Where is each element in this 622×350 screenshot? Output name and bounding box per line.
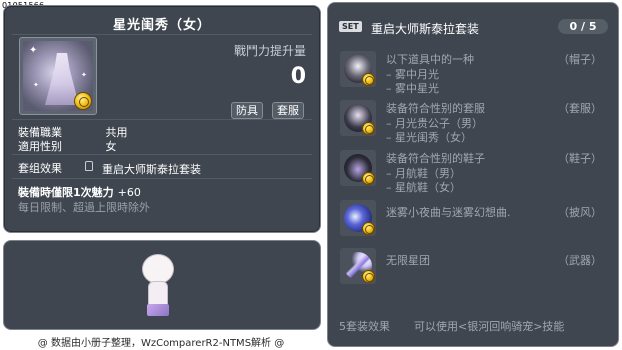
sparkle-icon: ✦ bbox=[33, 81, 39, 89]
set-item-option: – 雾中星光 bbox=[386, 82, 439, 95]
power-value: 0 bbox=[290, 64, 306, 89]
power-label: 戰鬥力提升量 bbox=[233, 44, 306, 58]
item-image-frame: ✦ ✦ ✦ bbox=[19, 37, 97, 115]
set-panel: SET 重启大师斯泰拉套装 0 / 5 以下道具中的一种 （帽子） – 雾中月光… bbox=[327, 2, 619, 347]
set-item-shoes: 装备符合性别的鞋子 （鞋子） – 月航鞋（男） – 星航鞋（女） bbox=[340, 150, 610, 196]
set-item-hat: 以下道具中的一种 （帽子） – 雾中月光 – 雾中星光 bbox=[340, 51, 610, 97]
set-item-category: （披风） bbox=[558, 206, 602, 219]
wand-icon bbox=[340, 248, 376, 284]
set-footer-text: 可以使用<银河回响骑宠>技能 bbox=[414, 320, 565, 333]
set-item-title: 以下道具中的一种 bbox=[386, 53, 474, 66]
limit-label: 裝備時僅限1次魅力 bbox=[18, 186, 114, 199]
tag-armor: 防具 bbox=[231, 102, 263, 119]
shoes-icon bbox=[340, 150, 376, 186]
set-item-title: 无限星团 bbox=[386, 254, 430, 267]
item-tooltip: 星光闺秀（女） ✦ ✦ ✦ 戰鬥力提升量 0 防具 套服 裝備職業 共用 適用性… bbox=[3, 5, 321, 233]
set-item-title: 装备符合性别的鞋子 bbox=[386, 152, 485, 165]
coin-icon bbox=[362, 122, 375, 135]
set-item-category: （武器） bbox=[558, 254, 602, 267]
set-item-outfit: 装备符合性别的套服 （套服） – 月光贵公子（男） – 星光闺秀（女） bbox=[340, 100, 610, 146]
item-name: 星光闺秀（女） bbox=[112, 18, 211, 33]
set-item-category: （鞋子） bbox=[558, 152, 602, 165]
limit-note: 每日限制、超過上限時除外 bbox=[18, 201, 150, 214]
set-item-category: （套服） bbox=[558, 102, 602, 115]
set-count: 0 / 5 bbox=[558, 19, 608, 34]
set-badge: SET bbox=[339, 21, 362, 32]
coin-icon bbox=[362, 270, 375, 283]
set-effect-value: 重启大师斯泰拉套装 bbox=[102, 163, 201, 176]
sparkle-icon: ✦ bbox=[29, 45, 38, 56]
sparkle-icon: ✦ bbox=[81, 71, 87, 79]
cape-icon bbox=[340, 200, 376, 236]
avatar-head bbox=[142, 254, 174, 284]
stat-value: 女 bbox=[105, 140, 117, 153]
divider bbox=[12, 178, 312, 179]
divider bbox=[12, 119, 312, 120]
tag-outfit: 套服 bbox=[272, 102, 304, 119]
set-item-title: 迷雾小夜曲与迷雾幻想曲. bbox=[386, 206, 511, 219]
divider bbox=[12, 34, 312, 35]
coin-icon bbox=[362, 73, 375, 86]
avatar-outfit bbox=[147, 304, 169, 316]
coin-icon bbox=[362, 172, 375, 185]
stat-gender: 適用性别 女 bbox=[18, 138, 117, 154]
coin-icon bbox=[74, 92, 92, 110]
divider bbox=[12, 154, 312, 155]
set-footer-label: 5套装效果 bbox=[339, 320, 390, 333]
set-item-cape: 迷雾小夜曲与迷雾幻想曲. （披风） bbox=[340, 200, 610, 240]
hat-icon bbox=[340, 51, 376, 87]
set-item-option: – 星光闺秀（女） bbox=[386, 131, 472, 144]
coin-icon bbox=[362, 222, 375, 235]
set-effect-label: 套组效果 bbox=[18, 162, 62, 175]
avatar-preview bbox=[3, 240, 321, 330]
stat-key: 適用性别 bbox=[18, 140, 62, 153]
lock-icon bbox=[85, 161, 93, 171]
limit-bonus: +60 bbox=[117, 186, 141, 199]
set-item-wand: 无限星团 （武器） bbox=[340, 248, 610, 288]
set-item-title: 装备符合性别的套服 bbox=[386, 102, 485, 115]
set-item-category: （帽子） bbox=[558, 53, 602, 66]
credit-text: @ 数据由小册子整理，WzComparerR2-NTMS解析 @ bbox=[37, 338, 285, 349]
set-name: 重启大师斯泰拉套装 bbox=[371, 22, 480, 36]
limit-line: 裝備時僅限1次魅力 +60 bbox=[18, 184, 141, 200]
set-item-option: – 星航鞋（女） bbox=[386, 181, 461, 194]
outfit-icon bbox=[340, 100, 376, 136]
